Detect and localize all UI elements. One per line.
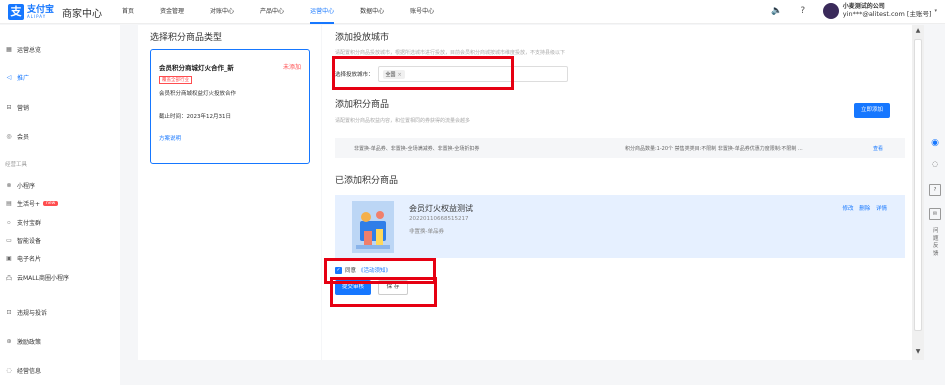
card-description: 会员积分商城权益灯火投放合作 (159, 91, 237, 97)
gift-icon: ⊟ (6, 104, 12, 111)
sidebar-item-overview[interactable]: ▦ 运营总览 (5, 45, 41, 54)
nav-account[interactable]: 账号中心 (410, 0, 434, 24)
scroll-thumb[interactable] (914, 39, 922, 331)
top-right: 🔈 ? 小麦测试的公司 yin***@alitest.com [主账号] ▾ (771, 3, 937, 19)
city-highlight-box (332, 56, 514, 90)
goods-actions: 修改 删除 详情 (838, 204, 887, 212)
help-icon[interactable]: ? (797, 5, 809, 17)
user-info[interactable]: 小麦测试的公司 yin***@alitest.com [主账号] (842, 3, 932, 18)
sidebar: ▦ 运营总览 ◁ 推广 ⊟ 营销 ◎ 会员 经营工具 ⊗ 小程序 ▤ 生活号+ new ဝ支付… (0, 25, 120, 385)
goods-section-desc: 请配置积分商品权益内容，和位置相同的券获得的流量会越多 (335, 118, 471, 124)
chevron-down-icon[interactable]: ▾ (934, 8, 937, 14)
delete-link[interactable]: 删除 (859, 206, 870, 212)
goods-id: 20220110668515217 (409, 216, 469, 222)
city-section-desc: 请配置积分商品投放城市，根据所选城市进行投放，目前会员积分商城按城市维度投放，不… (335, 50, 566, 56)
add-now-button[interactable]: 立即添加 (854, 103, 890, 118)
sidebar-item-violation[interactable]: ⊡ 违规与投诉 (5, 308, 47, 317)
card-icon: ▣ (6, 255, 12, 262)
feedback-label[interactable]: 问题反馈 (933, 228, 939, 259)
view-rules-link[interactable]: 查看 (873, 145, 883, 152)
user-account: yin***@alitest.com [主账号] (842, 9, 932, 18)
sidebar-item-business-info[interactable]: ◌ 经营信息 (5, 366, 41, 375)
top-nav: 首页 资金管理 对账中心 产品中心 运营中心 数据中心 账号中心 (122, 0, 460, 24)
sidebar-item-mall[interactable]: 凸云MALL商圈小程序 (5, 273, 69, 282)
app-name: 商家中心 (62, 8, 103, 20)
grid-icon: ▦ (6, 46, 12, 53)
logo-subtext: ALIPAY (27, 13, 47, 19)
speaker-icon[interactable]: 🔈 (771, 5, 783, 17)
card-deadline: 截止时间：2023年12月31日 (159, 114, 231, 120)
info-icon: ◌ (6, 367, 12, 374)
card-title: 会员积分商城灯火合作_新 (159, 64, 234, 72)
coupon-types: 非置换-单品券、非置换-全场满减券、非置换-全场折扣券 (354, 146, 480, 152)
product-type-panel: 选择积分商品类型 会员积分商城灯火合作_新 未添加 覆盖全部行业 会员积分商城权… (138, 25, 321, 360)
avatar[interactable] (822, 3, 839, 19)
device-icon: ▭ (6, 237, 12, 244)
scrollbar[interactable]: ▲ ▼ (912, 25, 924, 360)
goods-section-title: 添加积分商品 (335, 100, 390, 110)
logo[interactable]: 支 支付宝 ALIPAY 商家中心 (8, 4, 102, 20)
added-section-title: 已添加积分商品 (335, 176, 399, 186)
rule-bar: 非置换-单品券、非置换-全场满减券、非置换-全场折扣券 积分商品数量:1-20个… (335, 138, 905, 158)
top-bar: 支 支付宝 ALIPAY 商家中心 首页 资金管理 对账中心 产品中心 运营中心… (0, 0, 945, 24)
message-icon[interactable]: ✉ (929, 208, 941, 220)
sidebar-item-promotion[interactable]: ◁ 推广 (5, 73, 29, 82)
sidebar-item-miniapp[interactable]: ⊗ 小程序 (5, 181, 35, 190)
sidebar-item-device[interactable]: ▭ 智能设备 (5, 236, 41, 245)
goods-thumbnail-illustration (352, 201, 394, 253)
sidebar-group-label: 经营工具 (5, 162, 28, 168)
megaphone-icon: ◁ (6, 74, 12, 81)
incentive-icon: ⊛ (6, 338, 12, 345)
industry-tag: 覆盖全部行业 (159, 76, 192, 84)
goods-type: 非置换-单品券 (409, 229, 444, 235)
warning-icon: ⊡ (6, 309, 12, 316)
question-icon[interactable]: ? (929, 184, 941, 196)
member-icon: ◎ (6, 133, 12, 140)
sidebar-item-life[interactable]: ▤ 生活号+ new (5, 199, 59, 208)
submit-highlight-box (330, 277, 437, 307)
nav-home[interactable]: 首页 (122, 0, 134, 24)
edit-link[interactable]: 修改 (842, 206, 853, 212)
status-badge: 未添加 (282, 64, 301, 71)
nav-operations[interactable]: 运营中心 (310, 0, 335, 24)
sidebar-item-member[interactable]: ◎ 会员 (5, 132, 29, 141)
nav-funds[interactable]: 资金管理 (160, 0, 184, 24)
headset-icon[interactable]: ◌ (929, 160, 941, 172)
sidebar-item-group[interactable]: ဝ支付宝群 (5, 218, 41, 227)
goods-name: 会员灯火权益测试 (409, 204, 473, 213)
sidebar-item-marketing[interactable]: ⊟ 营销 (5, 103, 29, 112)
sidebar-item-incentive[interactable]: ⊛ 激励政策 (5, 337, 41, 346)
added-goods-card: 会员灯火权益测试 20220110668515217 非置换-单品券 修改 删除… (335, 195, 905, 258)
sidebar-item-namecard[interactable]: ▣ 电子名片 (5, 254, 41, 263)
alipay-logo-icon: 支 (8, 4, 24, 20)
city-section-title: 添加投放城市 (335, 33, 390, 43)
assistant-icon[interactable]: ◉ (929, 138, 941, 150)
life-icon: ▤ (6, 200, 12, 207)
panel-title: 选择积分商品类型 (150, 33, 223, 43)
plan-description-link[interactable]: 方案说明 (159, 134, 181, 142)
goods-rules: 积分商品数量:1-20个 禁售类类目:不限制 非置换-单品券优惠力度限制:不限制… (625, 146, 803, 152)
nav-data[interactable]: 数据中心 (360, 0, 384, 24)
mall-icon: 凸 (5, 275, 12, 282)
scroll-down-icon[interactable]: ▼ (912, 348, 924, 358)
group-icon: ဝ (7, 219, 11, 226)
product-type-card[interactable]: 会员积分商城灯火合作_新 未添加 覆盖全部行业 会员积分商城权益灯火投放合作 截… (150, 49, 310, 164)
new-badge: new (43, 201, 59, 206)
nav-products[interactable]: 产品中心 (260, 0, 284, 24)
miniapp-icon: ⊗ (6, 182, 12, 189)
scroll-up-icon[interactable]: ▲ (912, 27, 924, 37)
goods-thumbnail (352, 201, 394, 253)
detail-link[interactable]: 详情 (876, 206, 887, 212)
nav-reconciliation[interactable]: 对账中心 (210, 0, 234, 24)
